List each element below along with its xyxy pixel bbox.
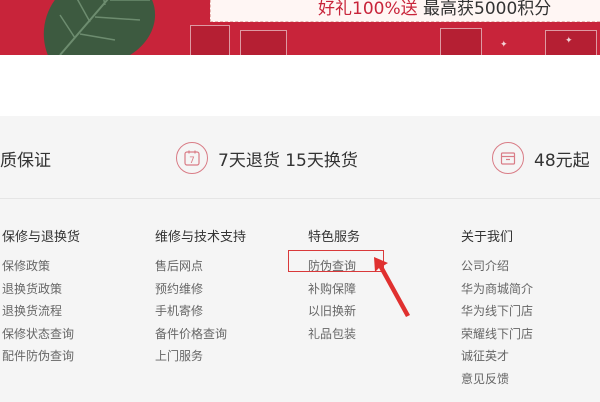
column-heading: 保修与退换货	[2, 230, 81, 245]
footer-link[interactable]: 华为线下门店	[461, 300, 533, 323]
footer-link[interactable]: 意见反馈	[461, 368, 533, 391]
service-label: 7天退货 15天换货	[218, 150, 358, 171]
footer-link[interactable]: 备件价格查询	[155, 323, 246, 346]
footer-link[interactable]: 手机寄修	[155, 300, 246, 323]
promo-banner[interactable]: ✦ ✦ 好礼100%送 最高获5000积分	[0, 0, 600, 55]
footer-link[interactable]: 华为商城简介	[461, 278, 533, 301]
service-label: 质保证	[0, 150, 51, 171]
svg-text:7: 7	[189, 156, 195, 166]
footer-column-warranty: 保修与退换货 保修政策 退换货政策 退换货流程 保修状态查询 配件防伪查询	[2, 230, 80, 368]
gift-box-decoration	[440, 28, 482, 55]
promo-highlight: 好礼100%送	[318, 0, 418, 19]
promo-rest: 最高获5000积分	[423, 0, 552, 19]
footer-column-about: 关于我们 公司介绍 华为商城简介 华为线下门店 荣耀线下门店 诚征英才 意见反馈	[461, 230, 533, 390]
calendar-7-icon: 7	[176, 142, 208, 174]
footer-link[interactable]: 上门服务	[155, 345, 246, 368]
gift-box-decoration	[240, 30, 287, 55]
footer-link[interactable]: 荣耀线下门店	[461, 323, 533, 346]
footer-link[interactable]: 补购保障	[308, 278, 360, 301]
promo-text: 好礼100%送 最高获5000积分	[318, 0, 551, 19]
sparkle-icon: ✦	[565, 36, 573, 46]
footer-link[interactable]: 公司介绍	[461, 255, 533, 278]
footer-column-special: 特色服务 防伪查询 补购保障 以旧换新 礼品包装	[308, 230, 360, 345]
footer-link[interactable]: 配件防伪查询	[2, 345, 80, 368]
monstera-leaf-icon	[43, 0, 156, 55]
footer-link[interactable]: 礼品包装	[308, 323, 360, 346]
footer-link[interactable]: 售后网点	[155, 255, 246, 278]
footer-column-repair: 维修与技术支持 售后网点 预约维修 手机寄修 备件价格查询 上门服务	[155, 230, 246, 368]
annotation-arrow-icon	[374, 257, 410, 317]
package-icon	[492, 142, 524, 174]
service-bar: 质保证 7 7天退货 15天换货 48元起	[0, 116, 600, 199]
service-item-returns[interactable]: 7 7天退货 15天换货	[176, 141, 358, 175]
footer-link[interactable]: 退换货政策	[2, 278, 80, 301]
footer-link[interactable]: 保修状态查询	[2, 323, 80, 346]
footer-link[interactable]: 诚征英才	[461, 345, 533, 368]
gift-box-decoration	[190, 25, 230, 55]
column-heading: 特色服务	[308, 230, 361, 245]
service-item-shipping[interactable]: 48元起	[492, 141, 590, 175]
service-item-quality[interactable]: 质保证	[0, 141, 51, 175]
footer-link[interactable]: 预约维修	[155, 278, 246, 301]
footer-link[interactable]: 退换货流程	[2, 300, 80, 323]
sparkle-icon: ✦	[500, 40, 508, 50]
footer-link[interactable]: 以旧换新	[308, 300, 360, 323]
service-label: 48元起	[534, 150, 590, 171]
footer-links: 保修与退换货 保修政策 退换货政策 退换货流程 保修状态查询 配件防伪查询 维修…	[0, 199, 600, 402]
column-heading: 维修与技术支持	[155, 230, 247, 245]
column-heading: 关于我们	[461, 230, 514, 245]
footer-link[interactable]: 保修政策	[2, 255, 80, 278]
